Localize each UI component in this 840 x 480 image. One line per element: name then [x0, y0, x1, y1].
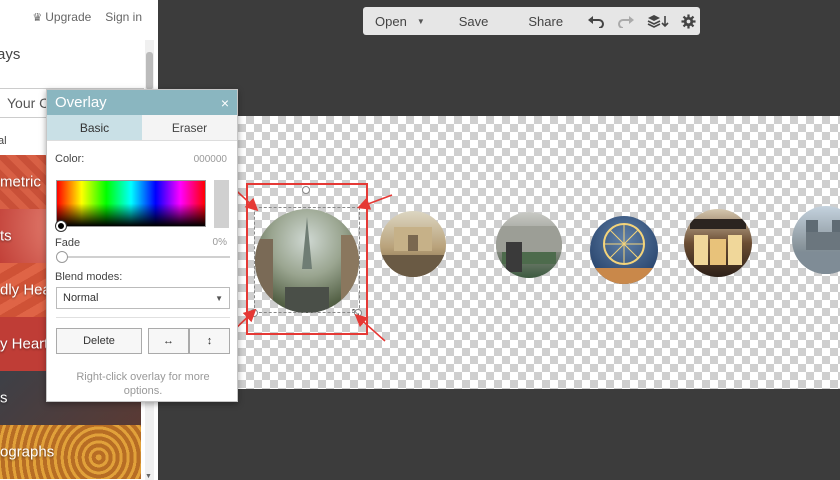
- signin-link[interactable]: Sign in: [105, 10, 142, 24]
- chevron-down-icon: ▼: [215, 293, 223, 303]
- overlay-dialog: Overlay × Basic Eraser Color: 000000 Fad…: [46, 89, 238, 402]
- fade-slider-track[interactable]: [58, 256, 230, 258]
- close-icon[interactable]: ×: [221, 95, 229, 111]
- image-canvas[interactable]: ⤡: [238, 116, 840, 389]
- open-button[interactable]: Open ▼: [375, 14, 425, 29]
- divider: [56, 317, 230, 318]
- color-hex-value[interactable]: 000000: [194, 154, 227, 165]
- fade-label: Fade: [55, 237, 81, 249]
- tab-basic[interactable]: Basic: [47, 115, 142, 140]
- tab-eraser[interactable]: Eraser: [142, 115, 237, 140]
- category-tile[interactable]: ographs: [0, 425, 141, 479]
- scrollbar-thumb[interactable]: [146, 52, 153, 90]
- open-label: Open: [375, 13, 407, 29]
- undo-icon[interactable]: [587, 14, 605, 28]
- gear-icon[interactable]: [681, 13, 696, 29]
- upgrade-link[interactable]: ♛ Upgrade: [32, 10, 91, 24]
- section-label: al: [0, 135, 7, 147]
- dialog-tabs: Basic Eraser: [47, 115, 237, 141]
- crown-icon: ♛: [32, 12, 43, 24]
- color-label: Color:: [55, 153, 85, 165]
- chevron-down-icon: ▼: [416, 16, 425, 26]
- blend-mode-value: Normal: [63, 292, 99, 304]
- category-label: ts: [0, 227, 12, 245]
- selection-bounding-box: [254, 207, 360, 313]
- account-links: ♛ Upgrade Sign in: [32, 10, 142, 24]
- color-picker-marker[interactable]: [56, 221, 66, 231]
- fade-value: 0%: [212, 237, 227, 248]
- redo-icon[interactable]: [617, 14, 635, 28]
- color-lightness-bar[interactable]: [214, 180, 229, 228]
- panel-heading: ays: [0, 46, 21, 63]
- category-label: y Heart: [0, 335, 49, 353]
- scroll-down-icon[interactable]: ▼: [145, 473, 152, 480]
- color-spectrum-picker[interactable]: [56, 180, 206, 227]
- blend-mode-label: Blend modes:: [55, 271, 123, 283]
- photo-overlay[interactable]: [496, 212, 562, 278]
- category-label: s: [0, 389, 8, 407]
- photo-overlay[interactable]: [380, 211, 446, 277]
- photo-overlay[interactable]: [590, 216, 658, 284]
- dialog-hint: Right-click overlay for more options.: [76, 371, 210, 397]
- resize-arrow-icon[interactable]: ⤡: [352, 307, 359, 318]
- dialog-header: Overlay ×: [47, 90, 237, 115]
- fade-slider-knob[interactable]: [56, 251, 68, 263]
- save-button[interactable]: Save: [459, 14, 489, 29]
- flip-horizontal-button[interactable]: ↔: [148, 328, 189, 354]
- delete-button[interactable]: Delete: [56, 328, 142, 354]
- blend-mode-select[interactable]: Normal ▼: [56, 287, 230, 309]
- photo-overlay[interactable]: [684, 209, 752, 277]
- category-label: metric: [0, 173, 41, 191]
- photo-overlay[interactable]: [792, 206, 840, 274]
- editor-toolbar: Open ▼ Save Share: [363, 7, 700, 35]
- flip-vertical-icon: ↕: [206, 335, 213, 347]
- resize-handle[interactable]: [250, 309, 258, 317]
- flip-horizontal-icon: ↔: [163, 335, 174, 347]
- layers-icon[interactable]: [647, 14, 669, 28]
- share-button[interactable]: Share: [528, 14, 563, 29]
- rotate-handle[interactable]: [302, 186, 310, 194]
- dialog-title: Overlay: [55, 94, 107, 111]
- category-label: ographs: [0, 443, 55, 461]
- category-label: dly Hea: [0, 281, 51, 299]
- toolbar-icons: [587, 13, 696, 29]
- flip-vertical-button[interactable]: ↕: [189, 328, 230, 354]
